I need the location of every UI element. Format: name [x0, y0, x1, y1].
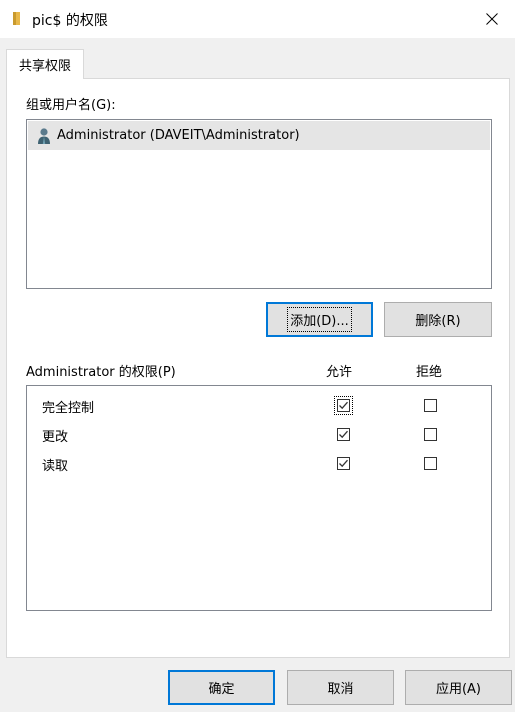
checkmark-icon	[339, 430, 348, 439]
permission-row: 读取	[27, 449, 491, 478]
deny-checkbox[interactable]	[424, 457, 437, 470]
permission-name: 完全控制	[42, 401, 95, 416]
title-bar: pic$ 的权限	[0, 0, 515, 38]
user-name: Administrator (DAVEIT\Administrator)	[57, 128, 300, 143]
tab-share-permissions[interactable]: 共享权限	[6, 49, 84, 79]
deny-column-label: 拒绝	[416, 365, 443, 380]
permissions-label: Administrator 的权限(P)	[26, 365, 176, 380]
remove-button[interactable]: 删除(R)	[384, 302, 492, 337]
user-icon	[36, 127, 52, 145]
cancel-button[interactable]: 取消	[287, 670, 394, 705]
folder-icon	[12, 10, 26, 30]
allow-checkbox[interactable]	[337, 428, 350, 441]
deny-checkbox[interactable]	[424, 399, 437, 412]
checkmark-icon	[339, 459, 348, 468]
permissions-list: 完全控制 更改 读取	[26, 385, 492, 611]
allow-checkbox[interactable]	[337, 457, 350, 470]
allow-checkbox[interactable]	[334, 396, 353, 415]
apply-button[interactable]: 应用(A)	[405, 670, 512, 705]
group-user-label: 组或用户名(G):	[26, 98, 116, 113]
close-icon	[486, 13, 498, 25]
permission-name: 更改	[42, 430, 69, 445]
tab-label: 共享权限	[18, 59, 71, 74]
remove-button-label: 删除(R)	[415, 314, 461, 329]
deny-checkbox[interactable]	[424, 428, 437, 441]
permission-row: 更改	[27, 420, 491, 449]
allow-column-label: 允许	[326, 365, 353, 380]
close-button[interactable]	[469, 0, 515, 38]
add-button-label: 添加(D)...	[287, 307, 352, 332]
window-title: pic$ 的权限	[32, 13, 108, 29]
user-list[interactable]: Administrator (DAVEIT\Administrator)	[26, 119, 492, 289]
ok-button[interactable]: 确定	[168, 670, 275, 705]
list-item[interactable]: Administrator (DAVEIT\Administrator)	[28, 121, 490, 150]
ok-button-label: 确定	[208, 682, 235, 697]
permission-row: 完全控制	[27, 391, 491, 420]
add-button[interactable]: 添加(D)...	[266, 302, 373, 337]
permission-name: 读取	[42, 459, 69, 474]
apply-button-label: 应用(A)	[435, 682, 482, 697]
checkmark-icon	[339, 401, 348, 410]
cancel-button-label: 取消	[327, 682, 354, 697]
